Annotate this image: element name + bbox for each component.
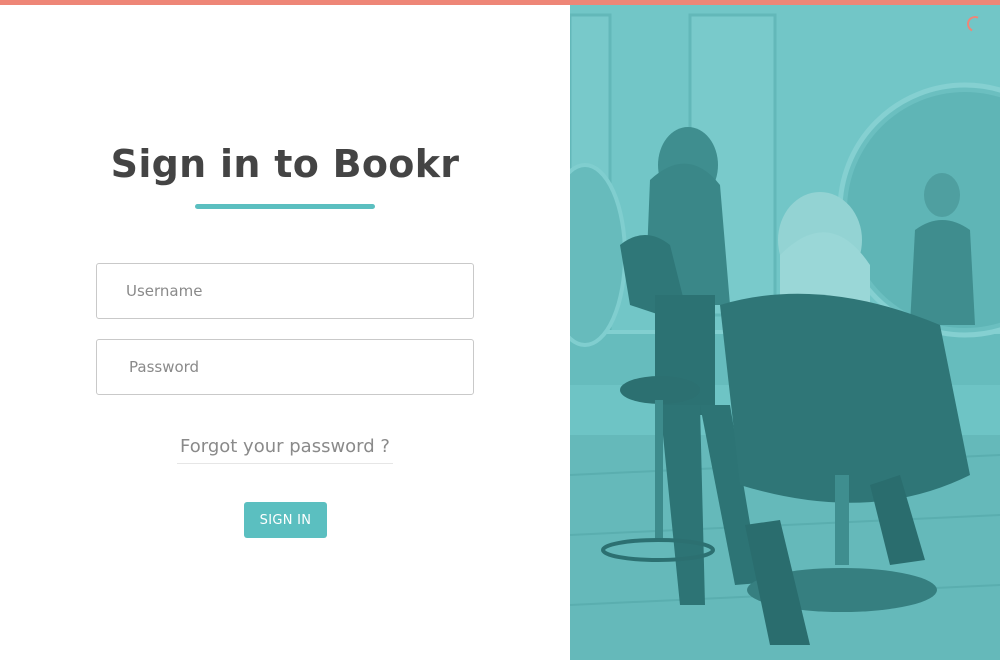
password-input[interactable] [96, 339, 474, 395]
login-panel [0, 5, 570, 660]
forgot-password-link[interactable]: Forgot your password ? [177, 436, 393, 464]
salon-illustration [570, 5, 1000, 660]
hero-image [570, 5, 1000, 660]
sign-in-button[interactable]: SIGN IN [244, 502, 327, 538]
username-input[interactable] [96, 263, 474, 319]
page-title: Sign in to Bookr [110, 142, 460, 186]
title-underline [195, 204, 375, 209]
